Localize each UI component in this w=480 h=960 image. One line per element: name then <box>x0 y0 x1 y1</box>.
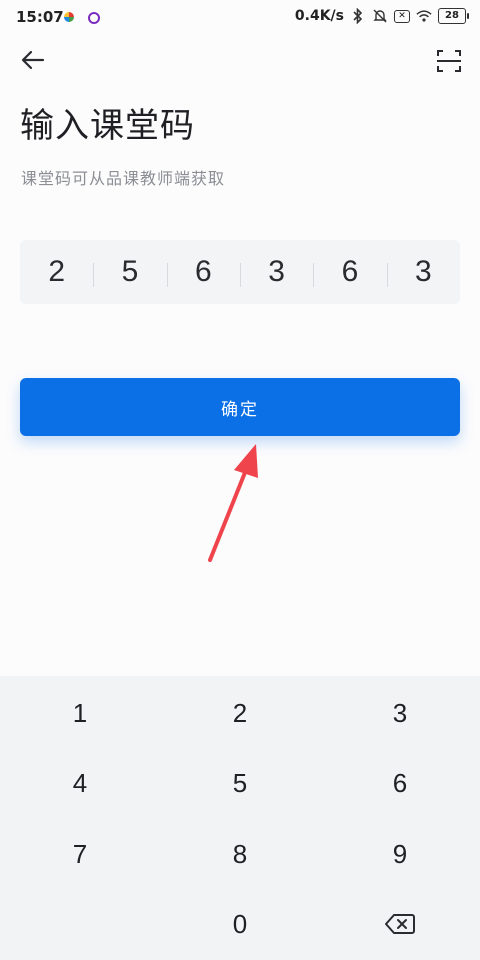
status-time: 15:07 <box>16 8 64 26</box>
code-digit-3: 6 <box>166 255 240 289</box>
sim-x-icon: ✕ <box>394 9 410 23</box>
back-button[interactable] <box>16 44 52 76</box>
key-7[interactable]: 7 <box>0 819 160 889</box>
key-2[interactable]: 2 <box>160 678 320 748</box>
code-digit-1: 2 <box>48 255 65 288</box>
mute-bell-icon <box>372 8 388 24</box>
key-4[interactable]: 4 <box>0 748 160 818</box>
page-subtitle: 课堂码可从品课教师端获取 <box>21 169 226 188</box>
confirm-button[interactable]: 确定 <box>20 378 460 436</box>
code-digit-5: 6 <box>313 255 386 289</box>
annotation-arrow-icon <box>208 444 258 562</box>
key-6[interactable]: 6 <box>320 748 480 818</box>
code-digit-2: 5 <box>93 255 166 289</box>
battery-icon: 28 <box>438 8 469 24</box>
status-indicators: 0.4K/s ✕ 28 <box>294 8 469 24</box>
scan-button[interactable] <box>432 44 466 78</box>
page-title: 输入课堂码 <box>20 106 195 146</box>
class-code-input[interactable]: 2 5 6 3 6 3 <box>20 240 460 304</box>
key-1[interactable]: 1 <box>0 678 160 748</box>
app-notification-icon <box>64 12 74 22</box>
back-arrow-icon <box>21 50 45 70</box>
backspace-icon <box>385 914 415 934</box>
key-8[interactable]: 8 <box>160 819 320 889</box>
key-9[interactable]: 9 <box>320 819 480 889</box>
status-bar: 15:07 0.4K/s ✕ 28 <box>0 0 480 34</box>
key-0[interactable]: 0 <box>160 889 320 959</box>
numeric-keypad: 1 2 3 4 5 6 7 8 9 0 <box>0 676 480 960</box>
code-digit-4: 3 <box>239 255 313 289</box>
net-speed: 0.4K/s <box>294 8 344 24</box>
key-5[interactable]: 5 <box>160 748 320 818</box>
key-3[interactable]: 3 <box>320 678 480 748</box>
delete-key[interactable] <box>320 889 480 959</box>
code-digit-6: 3 <box>386 255 460 289</box>
app-notification-icon-2 <box>88 12 100 24</box>
bluetooth-icon <box>350 8 366 24</box>
wifi-icon <box>416 8 432 24</box>
notification-icons <box>64 12 100 24</box>
scan-icon <box>437 50 461 72</box>
